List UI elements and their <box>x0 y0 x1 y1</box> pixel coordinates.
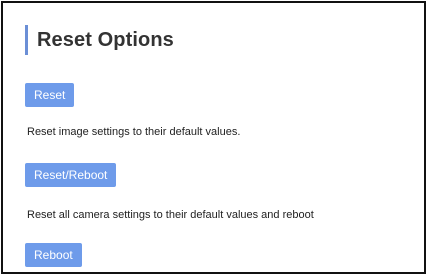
title-accent-bar <box>25 25 28 55</box>
reset-button[interactable]: Reset <box>25 83 75 107</box>
reset-reboot-button[interactable]: Reset/Reboot <box>25 163 117 187</box>
reboot-button[interactable]: Reboot <box>25 243 82 267</box>
panel-title: Reset Options <box>37 28 174 51</box>
panel-header: Reset Options <box>25 25 174 55</box>
reset-description: Reset image settings to their default va… <box>27 126 241 138</box>
reset-options-panel: Reset Options Reset Reset image settings… <box>1 1 426 274</box>
reset-reboot-description: Reset all camera settings to their defau… <box>27 209 314 221</box>
